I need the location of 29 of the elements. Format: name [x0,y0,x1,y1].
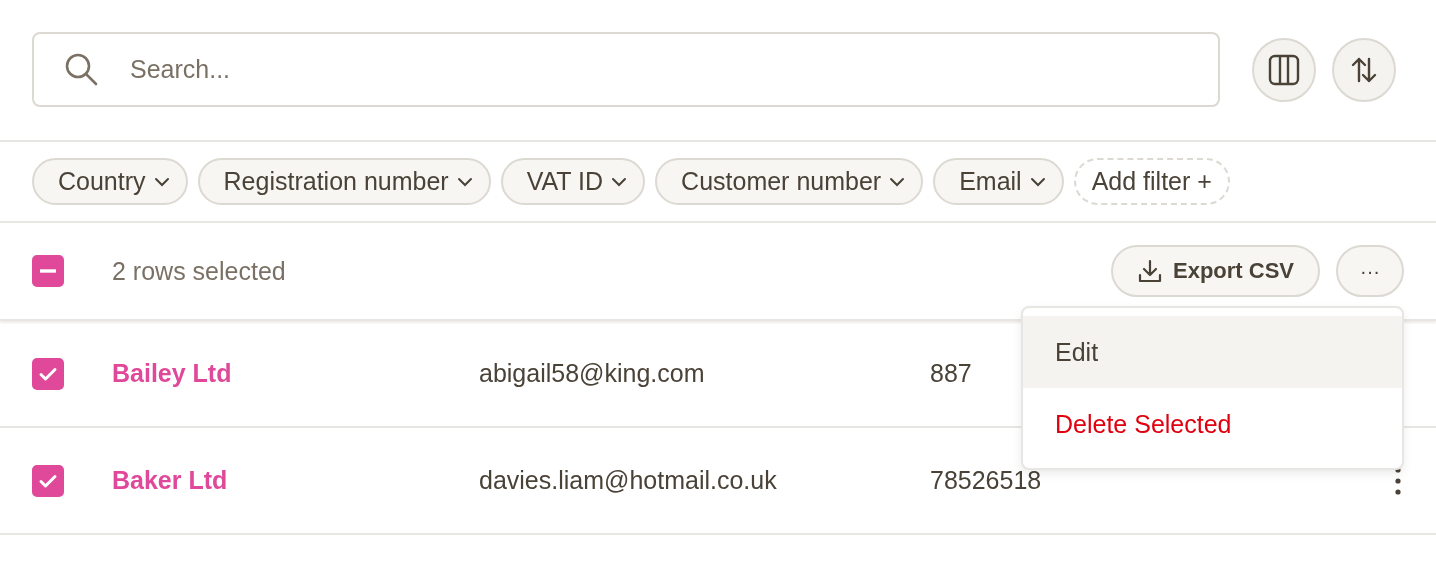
email-text: abigail58@king.com [479,359,706,388]
download-icon [1136,258,1163,284]
menu-item[interactable]: Delete Selected [1023,388,1402,460]
filter-chip[interactable]: Email [933,158,1064,205]
chevron-down-icon [1029,176,1046,187]
chevron-down-icon [889,176,906,187]
add-filter-button[interactable]: Add filter + [1073,158,1230,205]
email-text: davies.liam@hotmail.co.uk [479,466,778,495]
export-csv-button[interactable]: Export CSV [1110,245,1320,297]
filter-chip[interactable]: Country [32,158,188,205]
filter-chip[interactable]: VAT ID [500,158,646,205]
filter-chip[interactable]: Customer number [655,158,924,205]
search-field[interactable]: Search... [32,32,1220,107]
customer-number: 887 [930,359,973,388]
menu-item[interactable]: Edit [1023,316,1402,388]
checkbox[interactable] [32,464,64,497]
search-icon [64,52,98,86]
chevron-down-icon [153,176,170,187]
chevron-down-icon [456,176,473,187]
selection-count: 2 rows selected [112,256,287,286]
checkbox[interactable] [32,357,64,390]
columns-icon [1267,52,1301,87]
customer-number: 78526518 [930,466,1043,495]
filter-chip[interactable]: Registration number [197,158,491,205]
checkbox[interactable] [32,255,64,287]
more-button[interactable]: ··· [1336,245,1404,297]
company-link[interactable]: Bailey Ltd [112,359,479,388]
company-link[interactable]: Baker Ltd [112,466,479,495]
chevron-down-icon [611,176,628,187]
